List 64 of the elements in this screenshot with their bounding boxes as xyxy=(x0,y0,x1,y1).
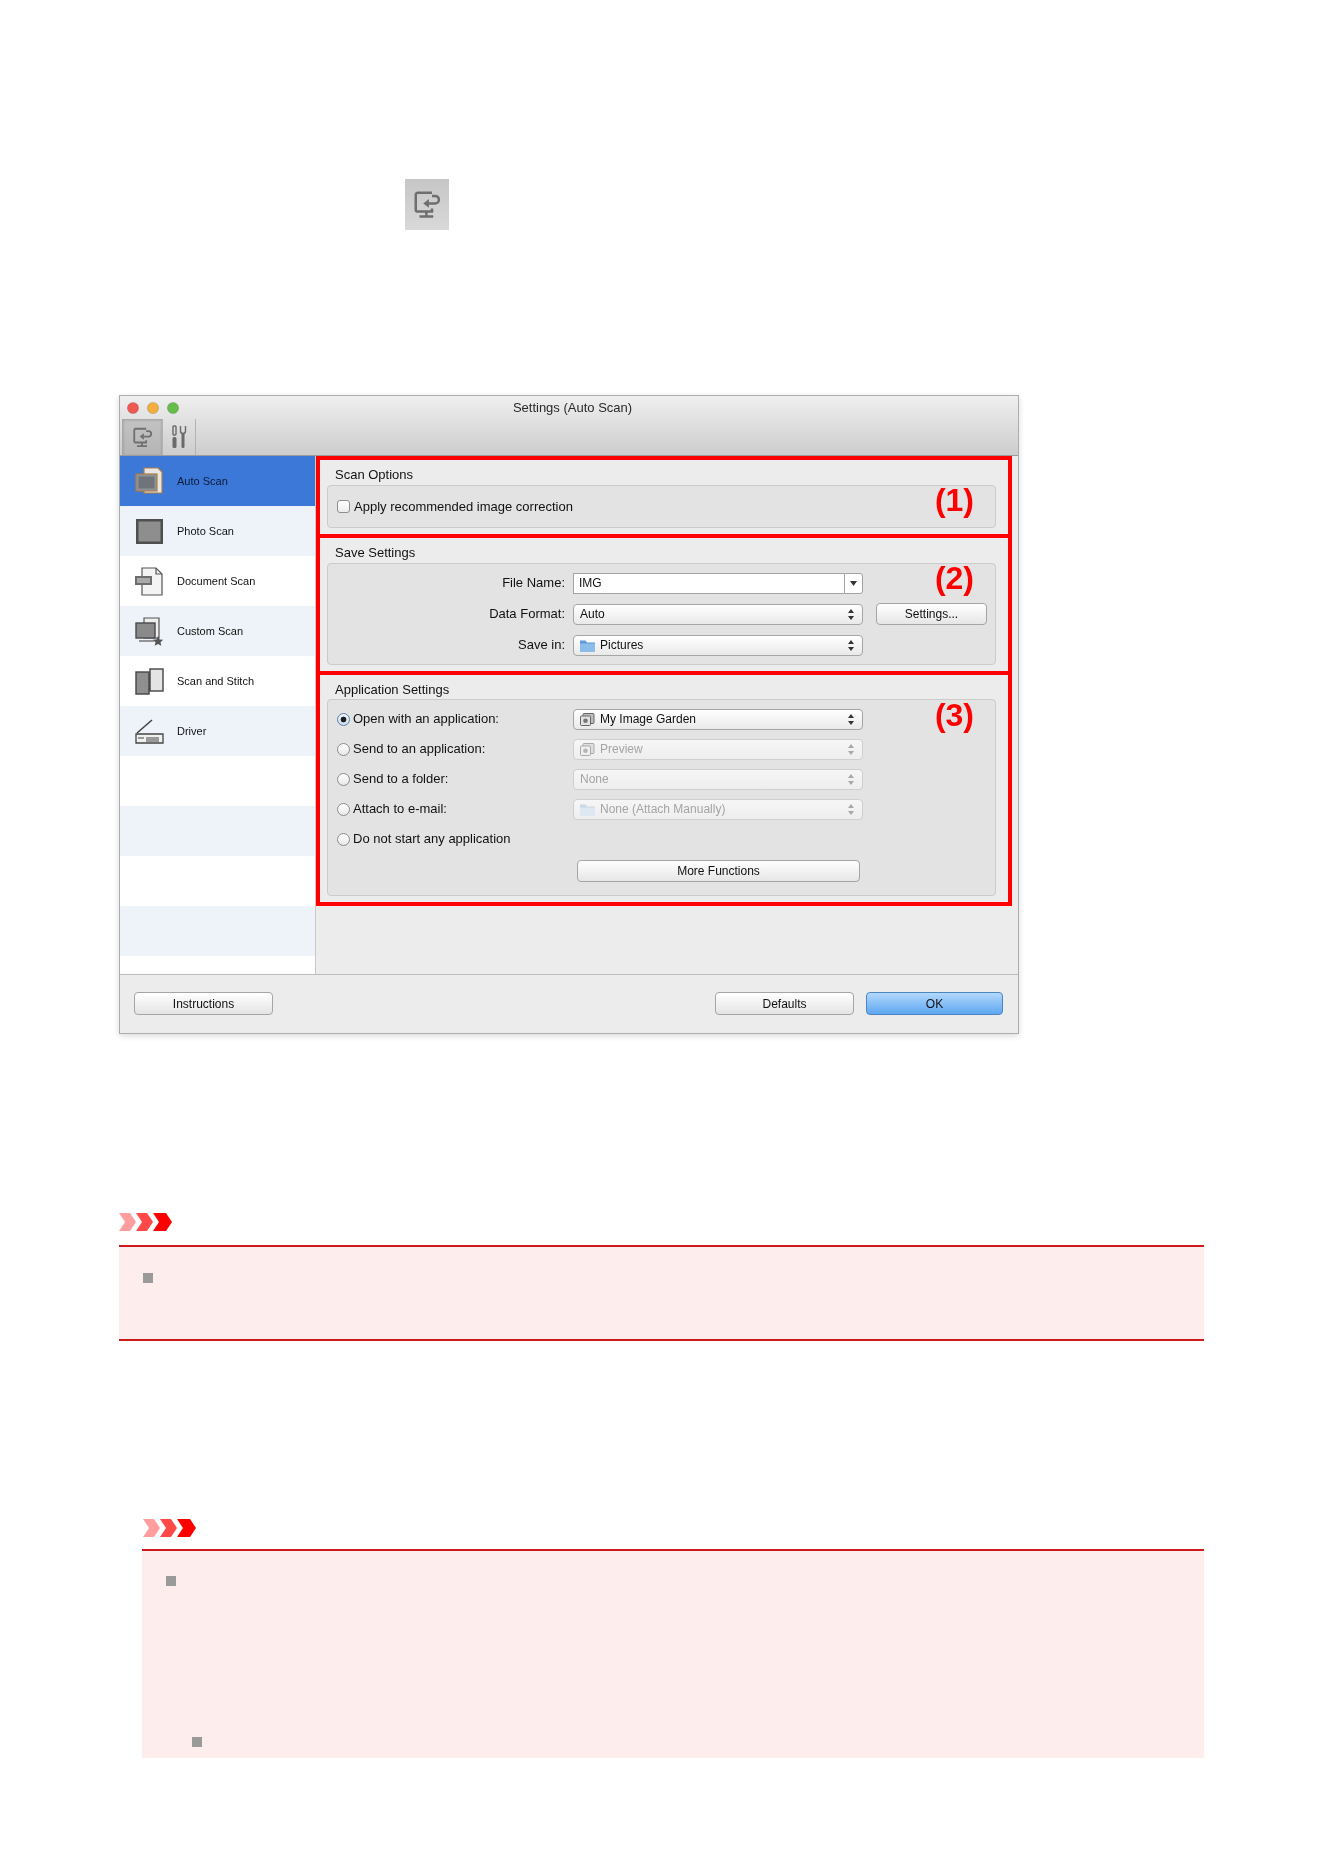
radio-button[interactable] xyxy=(337,742,350,756)
app-icon xyxy=(580,712,595,726)
sidebar-item[interactable]: Scan and Stitch xyxy=(120,656,315,706)
radio-button[interactable] xyxy=(337,712,350,726)
updown-arrows-icon xyxy=(848,713,854,725)
zoom-button[interactable] xyxy=(167,401,179,414)
section-title: Save Settings xyxy=(335,545,416,560)
sidebar-item[interactable]: Document Scan xyxy=(120,556,315,606)
radio-label[interactable]: Send to an application: xyxy=(353,739,486,759)
updown-arrows-icon xyxy=(848,608,854,620)
close-button[interactable] xyxy=(127,401,139,414)
sidebar-item[interactable]: Custom Scan xyxy=(120,606,315,656)
more-functions-button[interactable]: More Functions xyxy=(577,860,860,882)
tools-icon xyxy=(171,424,187,450)
radio-button[interactable] xyxy=(337,802,350,816)
folder-icon xyxy=(580,802,595,816)
callout-number: (2) xyxy=(934,560,974,596)
stacked-pages-icon xyxy=(134,465,165,497)
field-label: Save in: xyxy=(518,637,565,653)
minimize-button[interactable] xyxy=(147,401,159,414)
bullet-icon xyxy=(166,1576,176,1586)
app-icon xyxy=(580,742,595,756)
settings-button[interactable]: Settings... xyxy=(876,603,987,625)
toolbar-tab[interactable] xyxy=(122,419,163,455)
sidebar-item[interactable]: Driver xyxy=(120,706,315,756)
radio-label[interactable]: Attach to e-mail: xyxy=(353,799,447,819)
dropdown[interactable]: Pictures xyxy=(573,634,863,656)
caret-icon xyxy=(850,580,857,586)
dialog-button[interactable]: OK xyxy=(866,992,1003,1015)
updown-arrows-icon xyxy=(848,743,854,755)
dropdown[interactable]: Auto xyxy=(573,603,863,625)
chevrons-icon xyxy=(119,1213,173,1231)
updown-arrows-icon xyxy=(848,773,854,785)
pages-star-icon xyxy=(134,615,165,647)
two-pages-icon xyxy=(134,665,165,697)
chevrons-icon xyxy=(143,1519,197,1537)
text-field[interactable]: IMG xyxy=(573,572,844,594)
dropdown-button[interactable] xyxy=(844,572,863,594)
checkbox-label[interactable]: Apply recommended image correction xyxy=(354,496,573,516)
dialog-button[interactable]: Defaults xyxy=(715,992,854,1015)
callout-number: (3) xyxy=(934,696,974,733)
radio-label[interactable]: Open with an application: xyxy=(353,709,499,729)
radio-button[interactable] xyxy=(337,832,350,846)
updown-arrows-icon xyxy=(848,803,854,815)
bullet-icon xyxy=(143,1273,153,1283)
section-title: Application Settings xyxy=(335,681,450,697)
dropdown[interactable]: My Image Garden xyxy=(573,708,863,730)
sidebar-item[interactable]: Photo Scan xyxy=(120,506,315,556)
sidebar-item[interactable]: Auto Scan xyxy=(120,456,315,506)
field-label: File Name: xyxy=(502,575,565,591)
document-icon xyxy=(134,565,165,597)
window-title: Settings (Auto Scan) xyxy=(512,398,633,417)
field-label: Data Format: xyxy=(489,606,565,622)
section-title: Scan Options xyxy=(335,467,414,482)
radio-label[interactable]: Send to a folder: xyxy=(353,769,449,789)
dialog-button[interactable]: Instructions xyxy=(134,992,273,1015)
radio-button[interactable] xyxy=(337,772,350,786)
radio-label[interactable]: Do not start any application xyxy=(353,829,511,849)
monitor-arrow-icon xyxy=(131,426,154,448)
folder-icon xyxy=(580,638,595,652)
updown-arrows-icon xyxy=(848,639,854,651)
bullet-icon xyxy=(192,1737,202,1747)
callout-number: (1) xyxy=(934,482,974,518)
checkbox[interactable] xyxy=(337,499,350,513)
